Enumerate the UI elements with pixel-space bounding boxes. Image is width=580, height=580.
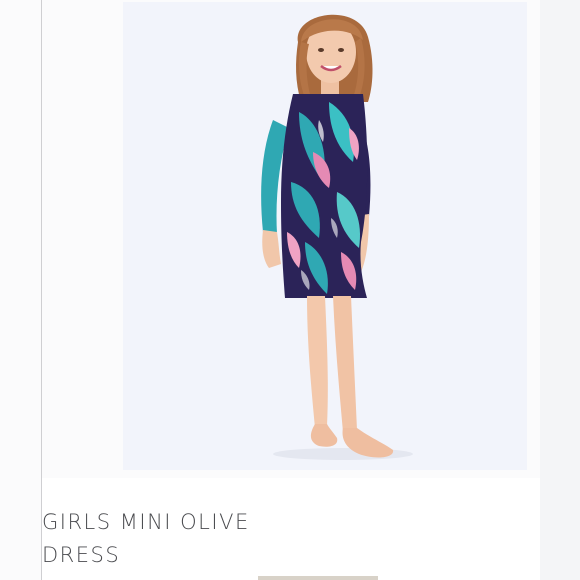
product-title-line-2: DRESS [42,543,121,567]
next-item-edge [258,576,378,580]
right-margin [540,0,580,580]
listing-page: GIRLS MINI OLIVE DRESS [0,0,580,580]
product-illustration [123,2,527,470]
product-title-line-1: GIRLS MINI OLIVE [42,510,250,534]
product-photo[interactable] [123,2,527,470]
product-title[interactable]: GIRLS MINI OLIVE DRESS [42,506,342,572]
